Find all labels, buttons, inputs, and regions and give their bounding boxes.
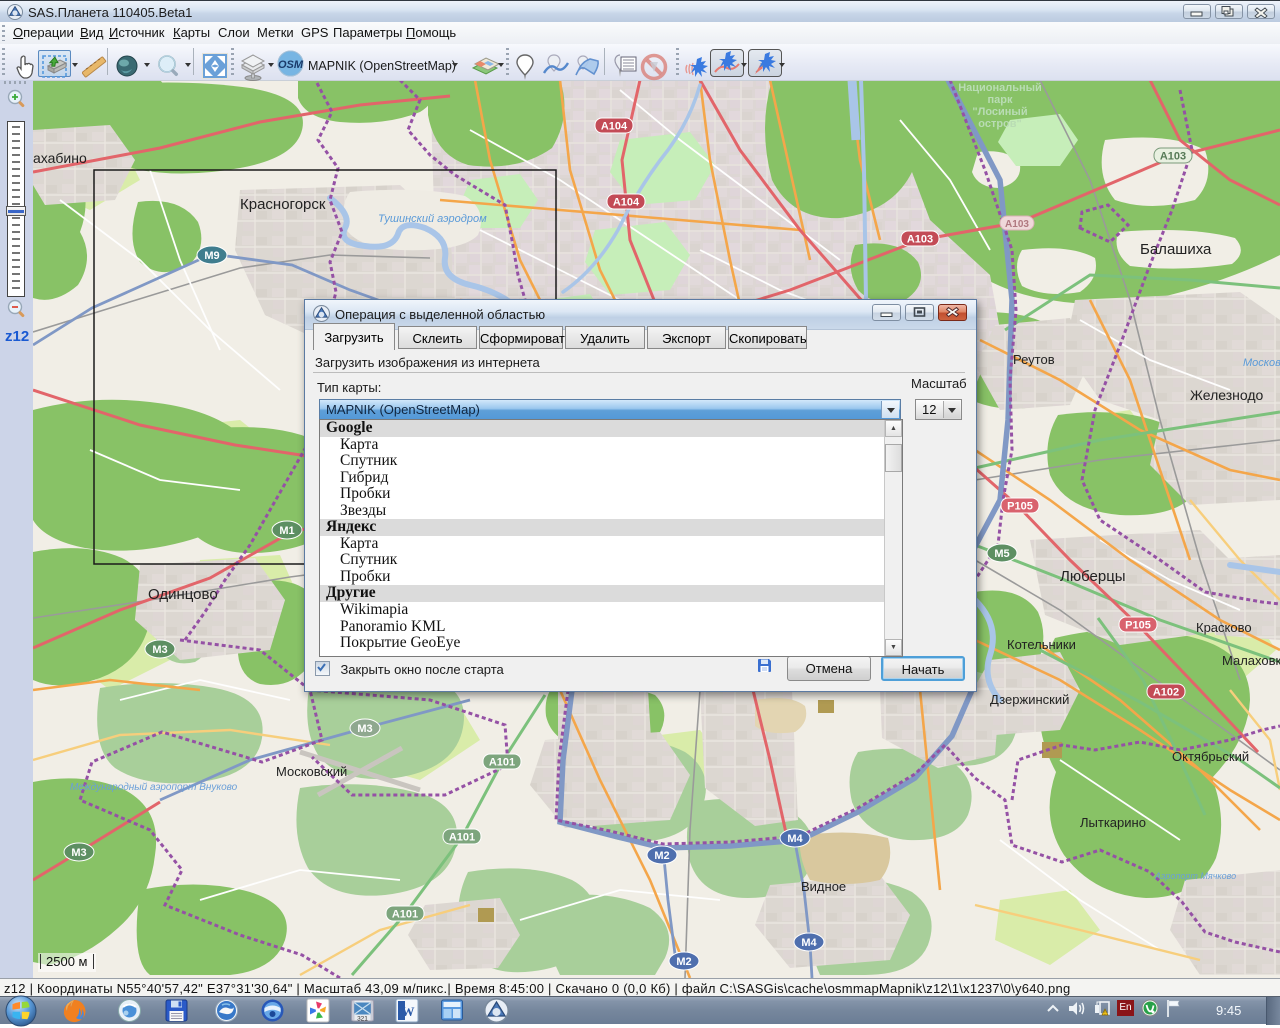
svg-text:М5: М5 xyxy=(994,548,1009,560)
svg-text:А101: А101 xyxy=(449,832,475,844)
svg-text:Московско: Московско xyxy=(1243,357,1280,369)
svg-text:ахабино: ахабино xyxy=(33,150,87,166)
svg-text:А103: А103 xyxy=(907,234,933,246)
svg-text:P105: P105 xyxy=(1007,501,1033,513)
svg-text:Балашиха: Балашиха xyxy=(1140,241,1212,258)
svg-text:Реутов: Реутов xyxy=(1013,352,1055,367)
svg-text:остров": остров" xyxy=(978,118,1022,130)
svg-text:М1: М1 xyxy=(279,525,294,537)
svg-text:Тушинский аэродром: Тушинский аэродром xyxy=(378,213,487,225)
svg-text:W: W xyxy=(402,1004,415,1019)
svg-text:!: ! xyxy=(1104,1011,1105,1017)
svg-text:А104: А104 xyxy=(601,121,628,133)
svg-text:Малаховка: Малаховка xyxy=(1222,653,1280,668)
svg-text:Национальный: Национальный xyxy=(958,82,1042,94)
svg-text:Видное: Видное xyxy=(801,879,846,894)
svg-text:М2: М2 xyxy=(654,850,669,862)
svg-text:А104: А104 xyxy=(613,197,640,209)
svg-text:М3: М3 xyxy=(152,644,167,656)
svg-text:М3: М3 xyxy=(357,723,372,735)
svg-text:Международный аэропорт Внуково: Международный аэропорт Внуково xyxy=(70,782,238,793)
svg-text:М4: М4 xyxy=(787,833,803,845)
svg-text:Красково: Красково xyxy=(1196,620,1252,635)
svg-text:парк: парк xyxy=(988,94,1013,106)
svg-text:Котельники: Котельники xyxy=(1007,637,1076,652)
svg-text:А103: А103 xyxy=(1005,219,1029,230)
svg-text:М2: М2 xyxy=(676,956,691,968)
svg-text:Лыткарино: Лыткарино xyxy=(1080,815,1146,830)
svg-text:А101: А101 xyxy=(489,757,515,769)
svg-text:А101: А101 xyxy=(392,909,418,921)
svg-text:А103: А103 xyxy=(1160,151,1186,163)
svg-text:М3: М3 xyxy=(71,847,86,859)
svg-text:М9: М9 xyxy=(204,250,219,262)
svg-text:321: 321 xyxy=(357,1016,368,1023)
svg-text:М4: М4 xyxy=(801,937,817,949)
svg-text:Дзержинский: Дзержинский xyxy=(990,692,1069,707)
svg-text:OSM: OSM xyxy=(278,59,304,71)
svg-text:Октябрьский: Октябрьский xyxy=(1172,749,1249,764)
svg-text:"Лосиный: "Лосиный xyxy=(972,106,1027,118)
svg-text:А102: А102 xyxy=(1153,687,1179,699)
svg-text:Люберцы: Люберцы xyxy=(1060,568,1126,585)
svg-text:Московский: Московский xyxy=(276,764,347,779)
svg-text:P105: P105 xyxy=(1125,620,1151,632)
svg-text:Одинцово: Одинцово xyxy=(148,586,218,603)
svg-text:Аэропорт Мячково: Аэропорт Мячково xyxy=(1154,871,1236,881)
svg-text:Железнодо: Железнодо xyxy=(1190,387,1264,403)
svg-text:Красногорск: Красногорск xyxy=(240,196,326,213)
